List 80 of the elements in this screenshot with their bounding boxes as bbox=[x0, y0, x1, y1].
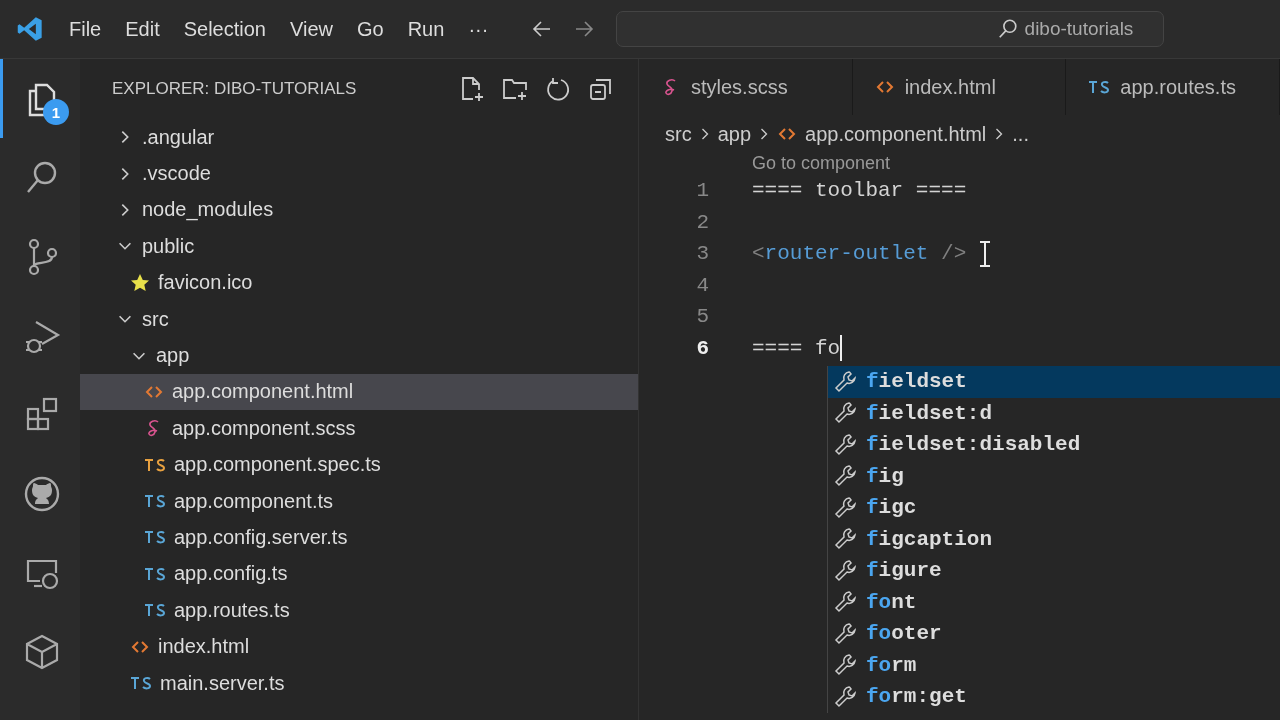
editor-tab[interactable]: app.routes.ts bbox=[1066, 59, 1280, 115]
text-cursor-icon bbox=[978, 239, 993, 268]
refresh-icon[interactable] bbox=[545, 76, 571, 102]
tree-item[interactable]: main.server.ts bbox=[80, 664, 638, 702]
tree-item[interactable]: app.routes.ts bbox=[80, 592, 638, 629]
tree-item[interactable]: node_modules bbox=[80, 191, 638, 229]
search-icon bbox=[996, 18, 1019, 40]
wrench-icon bbox=[834, 464, 858, 489]
wrench-icon bbox=[834, 401, 858, 426]
collapse-all-icon[interactable] bbox=[588, 76, 614, 102]
search-field[interactable]: dibo-tutorials bbox=[616, 11, 1165, 47]
line-number: 3 bbox=[695, 242, 709, 266]
new-folder-icon[interactable] bbox=[502, 76, 528, 102]
tree-item[interactable]: .angular bbox=[80, 119, 638, 156]
typescript-icon bbox=[144, 530, 166, 545]
wrench-icon bbox=[834, 684, 858, 709]
editor-tab[interactable]: index.html bbox=[852, 59, 1067, 115]
tree-item[interactable]: app.component.ts bbox=[80, 482, 638, 520]
suggestion-item[interactable]: fieldset bbox=[828, 366, 1280, 398]
code-line: ==== toolbar ==== bbox=[752, 179, 967, 203]
star-icon bbox=[130, 272, 150, 293]
suggestion-item[interactable]: fieldset:disabled bbox=[828, 429, 1280, 461]
suggestion-item[interactable]: figc bbox=[828, 492, 1280, 524]
menu-item[interactable]: File bbox=[69, 17, 102, 41]
typescript-icon bbox=[144, 457, 166, 472]
wrench-icon bbox=[834, 590, 858, 615]
line-number: 4 bbox=[695, 273, 709, 297]
tree-item[interactable]: .vscode bbox=[80, 155, 638, 192]
menu-item[interactable]: ··· bbox=[468, 17, 489, 41]
typescript-icon bbox=[1088, 80, 1111, 94]
tree-item[interactable]: app.config.server.ts bbox=[80, 519, 638, 556]
line-number: 1 bbox=[695, 179, 709, 203]
wrench-icon bbox=[834, 621, 858, 646]
new-file-icon[interactable] bbox=[459, 76, 485, 102]
menu-item[interactable]: Selection bbox=[183, 17, 266, 41]
wrench-icon bbox=[834, 653, 858, 678]
line-number: 5 bbox=[695, 305, 709, 329]
line-number: 2 bbox=[695, 210, 709, 234]
wrench-icon bbox=[834, 558, 858, 583]
suggestion-item[interactable]: font bbox=[828, 586, 1280, 618]
wrench-icon bbox=[834, 527, 858, 552]
tree-item[interactable]: favicon.ico bbox=[80, 264, 638, 301]
breadcrumb-item[interactable]: app bbox=[717, 122, 752, 146]
notification-badge: 1 bbox=[43, 99, 69, 125]
editor-tab[interactable]: styles.scss bbox=[639, 59, 853, 115]
line-number: 6 bbox=[695, 336, 709, 360]
tree-item[interactable]: app.component.spec.ts bbox=[80, 446, 638, 483]
explorer-title: EXPLORER: DIBO-TUTORIALS bbox=[112, 79, 357, 99]
tree-item[interactable]: index.html bbox=[80, 628, 638, 665]
wrench-icon bbox=[834, 369, 858, 394]
suggestion-item[interactable]: figcaption bbox=[828, 523, 1280, 555]
code-line: <router-outlet /> bbox=[752, 242, 967, 266]
breadcrumb-item[interactable]: ... bbox=[1012, 122, 1029, 146]
typescript-icon bbox=[144, 566, 166, 581]
suggestion-item[interactable]: footer bbox=[828, 618, 1280, 650]
suggestion-item[interactable]: fig bbox=[828, 460, 1280, 492]
wrench-icon bbox=[834, 432, 858, 457]
suggestion-item[interactable]: figure bbox=[828, 555, 1280, 587]
tree-item[interactable]: src bbox=[80, 300, 638, 338]
tree-item[interactable]: public bbox=[80, 228, 638, 265]
typescript-icon bbox=[144, 603, 166, 618]
app-logo-icon bbox=[16, 15, 44, 43]
codelens-link[interactable]: Go to component bbox=[752, 153, 891, 173]
tree-item[interactable]: app bbox=[80, 337, 638, 374]
suggestion-item[interactable]: form:get bbox=[828, 681, 1280, 713]
menu-item[interactable]: View bbox=[290, 17, 333, 41]
wrench-icon bbox=[834, 495, 858, 520]
breadcrumb-item[interactable]: app.component.html bbox=[777, 122, 987, 146]
tree-item[interactable]: app.component.html bbox=[80, 373, 638, 411]
typescript-icon bbox=[130, 676, 152, 691]
menu-item[interactable]: Go bbox=[357, 17, 384, 41]
suggestion-item[interactable]: form bbox=[828, 649, 1280, 681]
menu-item[interactable]: Edit bbox=[125, 17, 160, 41]
menu-item[interactable]: Run bbox=[407, 17, 445, 41]
breadcrumb-item[interactable]: src bbox=[665, 122, 692, 146]
tree-item[interactable]: app.component.scss bbox=[80, 410, 638, 447]
tree-item[interactable]: app.config.ts bbox=[80, 555, 638, 593]
suggestion-item[interactable]: fieldset:d bbox=[828, 397, 1280, 429]
code-line: ==== fo bbox=[752, 336, 841, 360]
typescript-icon bbox=[144, 494, 166, 509]
